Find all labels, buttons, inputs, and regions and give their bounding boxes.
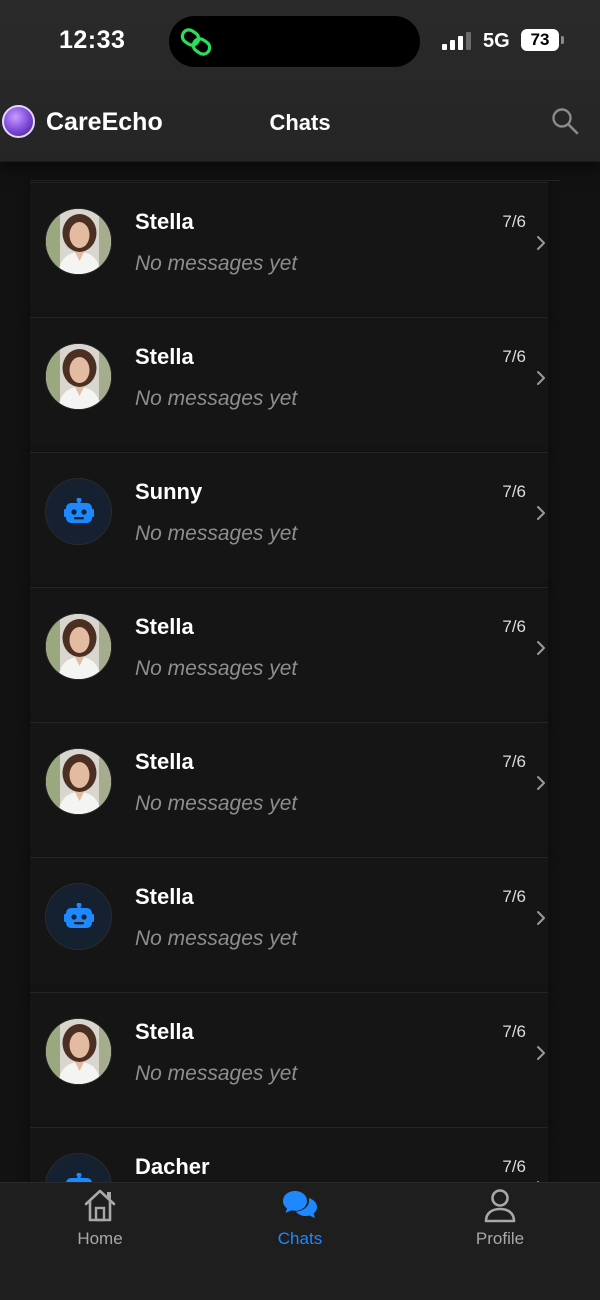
dynamic-island xyxy=(169,16,420,67)
chat-date: 7/6 xyxy=(502,347,526,366)
chat-preview: No messages yet xyxy=(135,522,298,545)
contact-avatar xyxy=(45,613,112,680)
chevron-right-icon xyxy=(537,911,545,925)
chat-list-item[interactable]: Stella 7/6 No messages yet xyxy=(30,587,548,722)
chat-preview: No messages yet xyxy=(135,792,298,815)
page-title: Chats xyxy=(269,110,331,135)
chat-date: 7/6 xyxy=(502,887,526,906)
chat-list-item[interactable]: Stella 7/6 No messages yet xyxy=(30,992,548,1127)
top-bar: 12:33 5G 73 CareEcho Chats xyxy=(0,0,600,162)
chat-preview: No messages yet xyxy=(135,387,298,410)
chat-date: 7/6 xyxy=(502,482,526,501)
chat-contact-name: Stella xyxy=(135,344,194,369)
chevron-right-icon xyxy=(537,506,545,520)
battery-tip xyxy=(561,36,564,44)
chat-list-item[interactable]: Stella 7/6 No messages yet xyxy=(30,857,548,992)
chat-list-item[interactable]: Dacher 7/6 xyxy=(30,1127,548,1182)
tab-home[interactable]: Home xyxy=(0,1183,200,1300)
person-photo xyxy=(46,209,111,274)
chat-date: 7/6 xyxy=(502,1022,526,1041)
chat-bubbles-icon xyxy=(283,1191,317,1218)
chevron-right-icon xyxy=(537,371,545,385)
chats-screen: 12:33 5G 73 CareEcho Chats Stella 7/6 No… xyxy=(0,0,600,1300)
robot-icon xyxy=(63,497,94,523)
chat-preview: No messages yet xyxy=(135,1062,298,1085)
bot-avatar xyxy=(45,1153,112,1182)
person-photo xyxy=(46,614,111,679)
chat-contact-name: Stella xyxy=(135,749,194,774)
battery-indicator: 73 xyxy=(521,29,559,51)
chat-preview: No messages yet xyxy=(135,657,298,680)
person-photo xyxy=(46,749,111,814)
status-bar: 12:33 5G 73 xyxy=(0,0,600,82)
chat-contact-name: Stella xyxy=(135,1019,194,1044)
chat-contact-name: Stella xyxy=(135,884,194,909)
link-activity-icon xyxy=(180,28,212,56)
chat-list-item[interactable]: Stella 7/6 No messages yet xyxy=(30,182,548,317)
chat-date: 7/6 xyxy=(502,212,526,231)
bot-avatar xyxy=(45,478,112,545)
tab-home-label: Home xyxy=(77,1229,123,1248)
app-header: CareEcho Chats xyxy=(0,82,600,162)
chat-contact-name: Stella xyxy=(135,209,194,234)
chat-preview: No messages yet xyxy=(135,927,298,950)
status-time: 12:33 xyxy=(59,26,126,54)
chevron-right-icon xyxy=(537,1046,545,1060)
search-icon[interactable] xyxy=(550,106,580,136)
chat-list-item[interactable]: Stella 7/6 No messages yet xyxy=(30,722,548,857)
network-type: 5G xyxy=(483,30,510,52)
chat-date: 7/6 xyxy=(502,1157,526,1176)
chat-list-item[interactable]: Sunny 7/6 No messages yet xyxy=(30,452,548,587)
tab-profile[interactable]: Profile xyxy=(400,1183,600,1300)
person-photo xyxy=(46,344,111,409)
robot-icon xyxy=(63,902,94,928)
home-icon xyxy=(84,1189,116,1222)
tab-chats-label: Chats xyxy=(277,1229,323,1248)
chevron-right-icon xyxy=(537,236,545,250)
robot-icon xyxy=(65,1172,92,1182)
tab-chats[interactable]: Chats xyxy=(200,1183,400,1300)
chat-preview: No messages yet xyxy=(135,252,298,275)
list-divider xyxy=(30,180,560,181)
chat-contact-name: Sunny xyxy=(135,479,203,504)
cellular-signal-icon xyxy=(442,32,471,50)
chat-list[interactable]: Stella 7/6 No messages yet Stella 7/6 No mess… xyxy=(0,162,600,1182)
person-photo xyxy=(46,1019,111,1084)
contact-avatar xyxy=(45,208,112,275)
contact-avatar xyxy=(45,343,112,410)
chat-date: 7/6 xyxy=(502,752,526,771)
bot-avatar xyxy=(45,883,112,950)
chevron-right-icon xyxy=(537,641,545,655)
contact-avatar xyxy=(45,748,112,815)
chat-contact-name: Dacher xyxy=(135,1154,210,1179)
chat-contact-name: Stella xyxy=(135,614,194,639)
chat-list-item[interactable]: Stella 7/6 No messages yet xyxy=(30,317,548,452)
tab-bar: Home Chats Profile xyxy=(0,1182,600,1300)
chat-date: 7/6 xyxy=(502,617,526,636)
contact-avatar xyxy=(45,1018,112,1085)
tab-profile-label: Profile xyxy=(475,1229,525,1248)
chevron-right-icon xyxy=(537,776,545,790)
user-icon xyxy=(484,1189,516,1223)
